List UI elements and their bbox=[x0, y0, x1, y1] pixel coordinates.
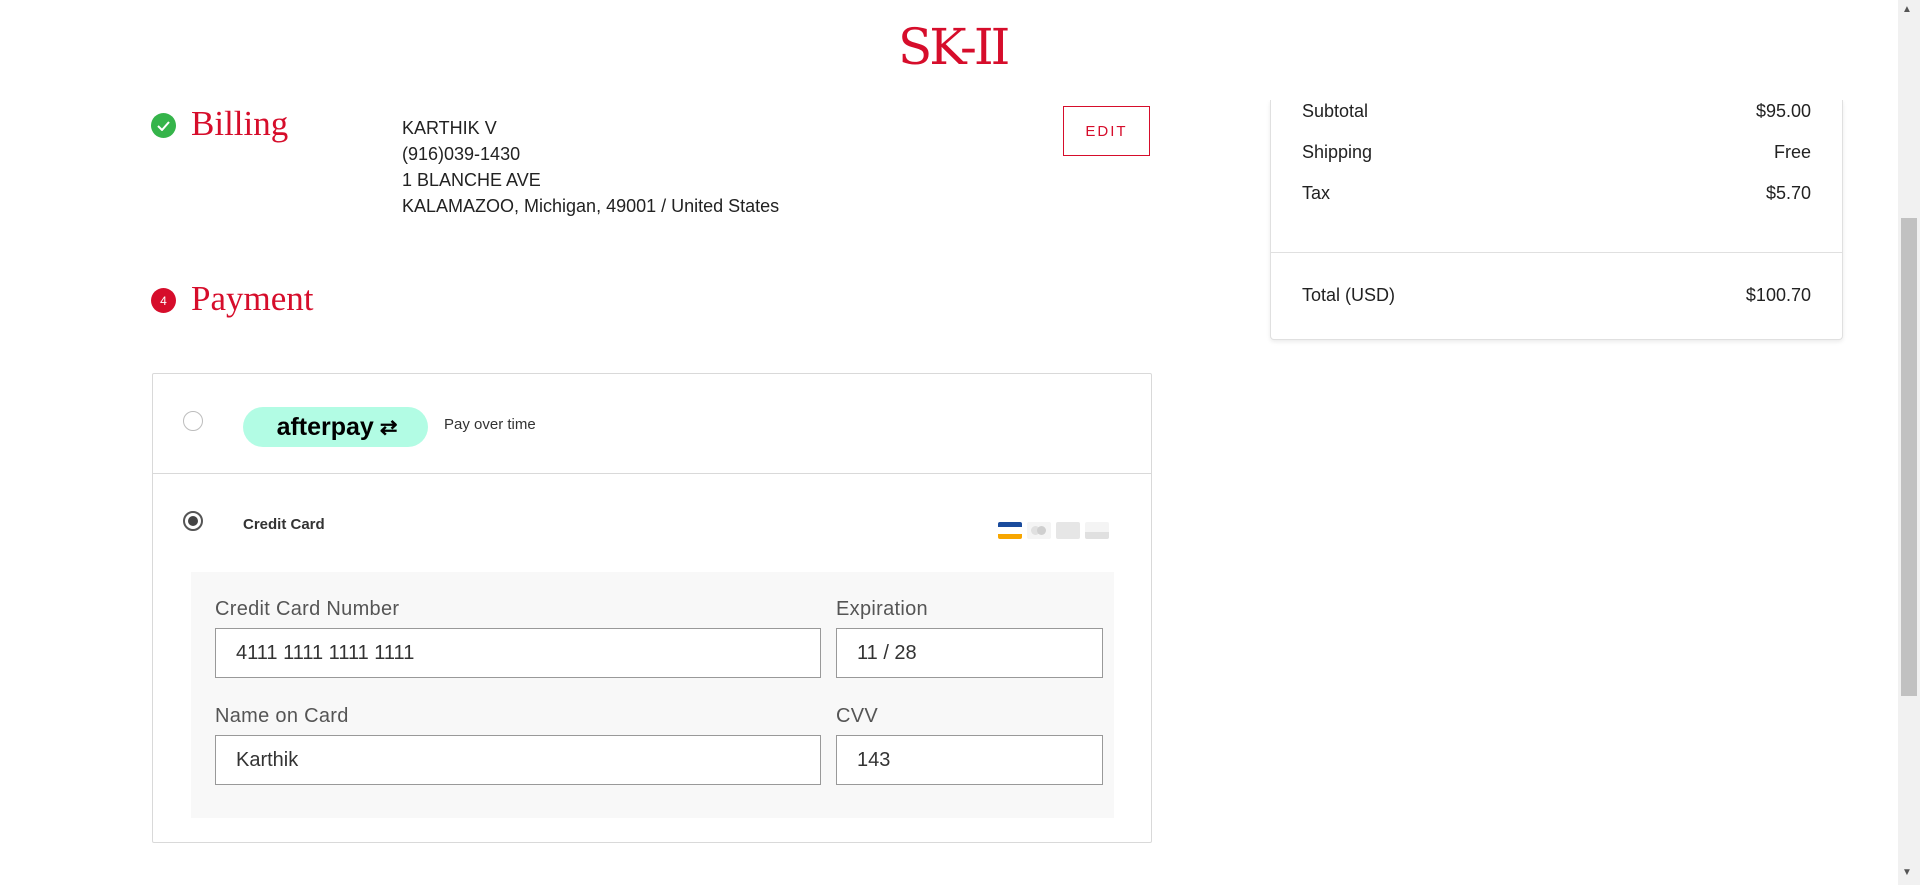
scroll-up-icon[interactable]: ▲ bbox=[1902, 4, 1912, 15]
subtotal-label: Subtotal bbox=[1302, 101, 1369, 121]
mastercard-icon bbox=[1027, 522, 1051, 539]
afterpay-arrows-icon: ⇄ bbox=[379, 415, 398, 439]
shipping-label: Shipping bbox=[1302, 142, 1373, 162]
order-summary: Subtotal $95.00 Shipping Free Tax $5.70 … bbox=[1270, 100, 1843, 340]
summary-divider bbox=[1271, 252, 1842, 253]
afterpay-radio[interactable] bbox=[183, 411, 203, 431]
amex-icon bbox=[1056, 522, 1080, 539]
credit-card-form: Credit Card Number Expiration Name on Ca… bbox=[191, 572, 1114, 818]
header: SK-II bbox=[0, 0, 1898, 100]
visa-icon bbox=[998, 522, 1022, 539]
name-on-card-input[interactable] bbox=[215, 735, 821, 785]
tax-value: $5.70 bbox=[1765, 183, 1811, 203]
address-name: KARTHIK V bbox=[402, 118, 497, 138]
card-icons bbox=[998, 522, 1109, 539]
discover-icon bbox=[1085, 522, 1109, 539]
expiration-label: Expiration bbox=[836, 598, 928, 620]
subtotal-row: Subtotal $95.00 bbox=[1302, 101, 1811, 122]
shipping-value: Free bbox=[1773, 142, 1811, 162]
scroll-down-icon[interactable]: ▼ bbox=[1902, 867, 1912, 878]
step-number-badge: 4 bbox=[151, 288, 176, 313]
payment-methods: afterpay ⇄ Pay over time Credit Card Cre… bbox=[152, 373, 1152, 843]
tax-row: Tax $5.70 bbox=[1302, 183, 1811, 204]
credit-card-label: Credit Card bbox=[243, 516, 325, 533]
brand-logo[interactable]: SK-II bbox=[898, 22, 1010, 72]
total-value: $100.70 bbox=[1745, 285, 1811, 305]
credit-card-radio[interactable] bbox=[183, 511, 203, 531]
scrollbar-thumb[interactable] bbox=[1901, 218, 1917, 696]
checkmark-icon bbox=[151, 113, 176, 138]
shipping-row: Shipping Free bbox=[1302, 142, 1811, 163]
edit-billing-button[interactable]: EDIT bbox=[1063, 106, 1150, 156]
card-number-input[interactable] bbox=[215, 628, 821, 678]
address-phone: (916)039-1430 bbox=[402, 144, 521, 164]
cvv-input[interactable] bbox=[836, 735, 1103, 785]
divider bbox=[153, 473, 1151, 474]
tax-label: Tax bbox=[1302, 183, 1331, 203]
subtotal-value: $95.00 bbox=[1755, 101, 1811, 121]
afterpay-badge-text: afterpay bbox=[276, 412, 374, 441]
total-row: Total (USD) $100.70 bbox=[1302, 285, 1811, 306]
address-street: 1 BLANCHE AVE bbox=[402, 170, 541, 190]
card-number-label: Credit Card Number bbox=[215, 598, 400, 620]
expiration-input[interactable] bbox=[836, 628, 1103, 678]
afterpay-logo[interactable]: afterpay ⇄ bbox=[243, 407, 428, 447]
name-on-card-label: Name on Card bbox=[215, 705, 349, 727]
afterpay-description: Pay over time bbox=[444, 416, 536, 433]
total-label: Total (USD) bbox=[1302, 285, 1396, 305]
address-city: KALAMAZOO, Michigan, 49001 / United Stat… bbox=[402, 196, 780, 216]
billing-title: Billing bbox=[191, 104, 289, 143]
billing-address: KARTHIK V (916)039-1430 1 BLANCHE AVE KA… bbox=[402, 115, 779, 219]
cvv-label: CVV bbox=[836, 705, 879, 727]
payment-title: Payment bbox=[191, 279, 314, 318]
